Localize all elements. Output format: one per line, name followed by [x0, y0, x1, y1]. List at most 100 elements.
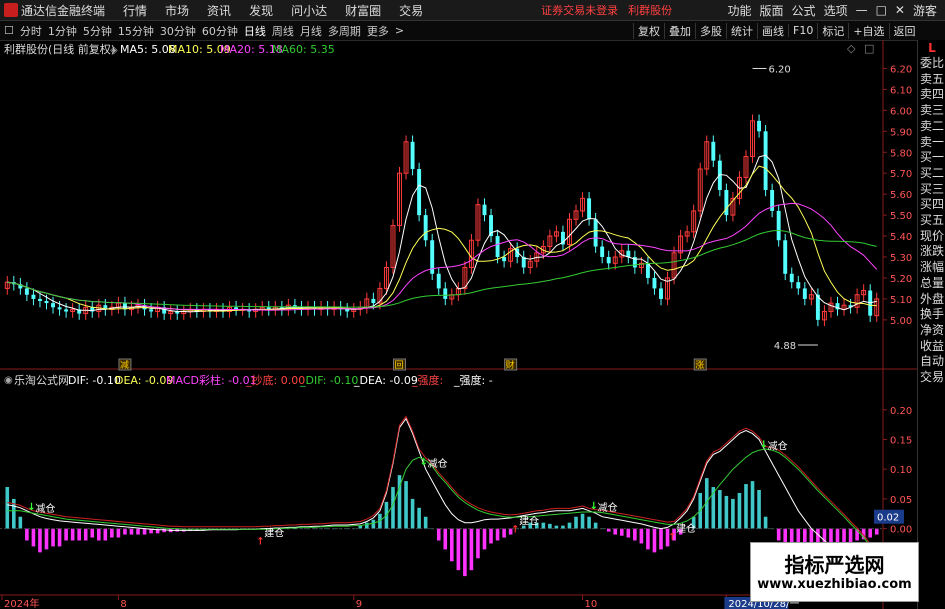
sidebar-item-17[interactable]: 净资 — [918, 323, 945, 339]
low-label: 4.88 — [774, 341, 796, 352]
period-multi[interactable]: 多周期 — [328, 23, 361, 39]
sidebar-item-18[interactable]: 收益 — [918, 339, 945, 355]
sidebar-item-2[interactable]: 卖四 — [918, 87, 945, 103]
sidebar-item-0[interactable]: 委比 — [918, 56, 945, 72]
candle-body-92 — [606, 257, 611, 264]
tool-draw[interactable]: 画线 — [757, 22, 788, 39]
app-logo-icon — [4, 3, 18, 17]
menu-formula[interactable]: 公式 — [792, 2, 816, 19]
period-more[interactable]: 更多 — [367, 23, 389, 39]
macd-bar-112 — [737, 492, 742, 529]
period-daily[interactable]: 日线 — [244, 23, 266, 39]
sidebar-item-4[interactable]: 卖二 — [918, 119, 945, 135]
period-monthly[interactable]: 月线 — [300, 23, 322, 39]
checkbox-icon[interactable]: ☐ — [4, 24, 14, 37]
period-15min[interactable]: 15分钟 — [118, 23, 154, 39]
menu-market[interactable]: 市场 — [165, 2, 189, 19]
macd-bar-83 — [548, 523, 552, 529]
expand-icon[interactable]: □ — [864, 42, 874, 55]
marker-label-3: 涨 — [695, 360, 704, 371]
y-axis-main: 6.20 6.10 6.00 5.90 5.80 5.70 5.60 5.50 5.40 5.30… — [883, 64, 912, 327]
menu-function[interactable]: 功能 — [728, 2, 752, 19]
period-weekly[interactable]: 周线 — [272, 23, 294, 39]
sidebar-item-19[interactable]: 自动 — [918, 354, 945, 370]
legend-macd: MACD彩柱: -0.01 — [166, 373, 257, 387]
sidebar-item-6[interactable]: 买一 — [918, 150, 945, 166]
sidebar-item-9[interactable]: 买四 — [918, 197, 945, 213]
sidebar-item-1[interactable]: 卖五 — [918, 72, 945, 88]
login-notice[interactable]: 证券交易未登录 — [541, 2, 618, 18]
macd-bar-63 — [417, 507, 421, 529]
legend-dif2: _DIF: -0.10 — [299, 374, 358, 387]
tool-back[interactable]: 返回 — [888, 22, 920, 39]
tool-multi[interactable]: 多股 — [695, 22, 726, 39]
gear-icon[interactable]: ◉ — [4, 375, 13, 386]
menu-ask[interactable]: 问小达 — [291, 2, 327, 19]
candle-body-52 — [345, 309, 350, 312]
menu-quotes[interactable]: 行情 — [123, 2, 147, 19]
macd-bar-89 — [587, 516, 591, 529]
tool-add-watch[interactable]: +自选 — [848, 22, 888, 39]
sidebar-item-3[interactable]: 卖三 — [918, 103, 945, 119]
macd-bar-10 — [70, 528, 75, 541]
sidebar-item-12[interactable]: 涨跌 — [918, 244, 945, 260]
sidebar-item-5[interactable]: 卖一 — [918, 135, 945, 151]
buy-label-1: 建仓 — [264, 527, 284, 540]
sidebar-item-11[interactable]: 现价 — [918, 229, 945, 245]
window-maximize-icon[interactable]: □ — [876, 3, 887, 17]
menu-guest[interactable]: 游客 — [913, 2, 937, 19]
menu-discover[interactable]: 发现 — [249, 2, 273, 19]
tool-adjust[interactable]: 复权 — [633, 22, 664, 39]
sidebar-item-16[interactable]: 换手 — [918, 307, 945, 323]
macd-bar-6 — [44, 528, 49, 550]
sidebar-item-15[interactable]: 外盘 — [918, 292, 945, 308]
kline-chart[interactable]: 利群股份(日线 前复权) ◈ MA5: 5.08 MA10: 5.09 MA20… — [0, 40, 917, 609]
quote-sidebar: L 委比 卖五 卖四 卖三 卖二 卖一 买一 买二 买三 买四 买五 现价 涨跌 涨幅 总量 外盘 换手 净资 收益… — [917, 40, 945, 609]
sidebar-item-7[interactable]: 买二 — [918, 166, 945, 182]
macd-bar-97 — [639, 528, 644, 544]
tool-stats[interactable]: 统计 — [726, 22, 757, 39]
x-label-0: 2024年 — [4, 597, 39, 609]
app-title: 通达信金融终端 — [21, 3, 106, 18]
tool-f10[interactable]: F10 — [788, 24, 817, 37]
menu-options[interactable]: 选项 — [824, 2, 848, 19]
chevron-right-icon[interactable]: > — [395, 24, 404, 37]
window-minimize-icon[interactable]: — — [856, 3, 868, 17]
sidebar-item-20[interactable]: 交易 — [918, 370, 945, 386]
menu-layout[interactable]: 版面 — [760, 2, 784, 19]
chevron-down-icon[interactable]: ◈ — [110, 45, 118, 56]
macd-bar-113 — [744, 484, 748, 529]
macd-bar-87 — [574, 516, 578, 529]
settings-diamond-icon[interactable]: ◇ — [847, 42, 856, 55]
sidebar-item-10[interactable]: 买五 — [918, 213, 945, 229]
candle-body-6 — [44, 301, 49, 304]
macd-bar-73 — [482, 528, 487, 550]
menu-news[interactable]: 资讯 — [207, 2, 231, 19]
sidebar-item-13[interactable]: 涨幅 — [918, 260, 945, 276]
menu-wealth[interactable]: 财富圈 — [345, 2, 381, 19]
window-close-icon[interactable]: ✕ — [895, 3, 905, 17]
period-60min[interactable]: 60分钟 — [202, 23, 238, 39]
y-tick-label-main-12: 5.00 — [890, 316, 912, 327]
period-5min[interactable]: 5分钟 — [83, 23, 112, 39]
high-label: 6.20 — [769, 64, 791, 75]
macd-bar-4 — [31, 528, 36, 547]
macd-bar-11 — [77, 528, 81, 541]
tool-mark[interactable]: 标记 — [817, 22, 848, 39]
tool-overlay[interactable]: 叠加 — [664, 22, 695, 39]
macd-bar-12 — [83, 528, 88, 541]
period-intraday[interactable]: 分时 — [20, 23, 42, 39]
sidebar-item-8[interactable]: 买三 — [918, 182, 945, 198]
y-tick-label-main-6: 5.60 — [890, 190, 912, 201]
legend-chaodi: _抄底: 0.00 — [245, 373, 305, 387]
period-30min[interactable]: 30分钟 — [160, 23, 196, 39]
menu-trade[interactable]: 交易 — [399, 2, 423, 19]
sidebar-item-14[interactable]: 总量 — [918, 276, 945, 292]
macd-bar-98 — [646, 528, 650, 550]
macd-bar-0 — [5, 487, 10, 529]
macd-bar-7 — [51, 528, 55, 547]
current-value-label: 0.02 — [877, 513, 899, 524]
stock-link[interactable]: 利群股份 — [628, 2, 672, 18]
period-1min[interactable]: 1分钟 — [48, 23, 77, 39]
macd-bar-133 — [874, 528, 879, 535]
